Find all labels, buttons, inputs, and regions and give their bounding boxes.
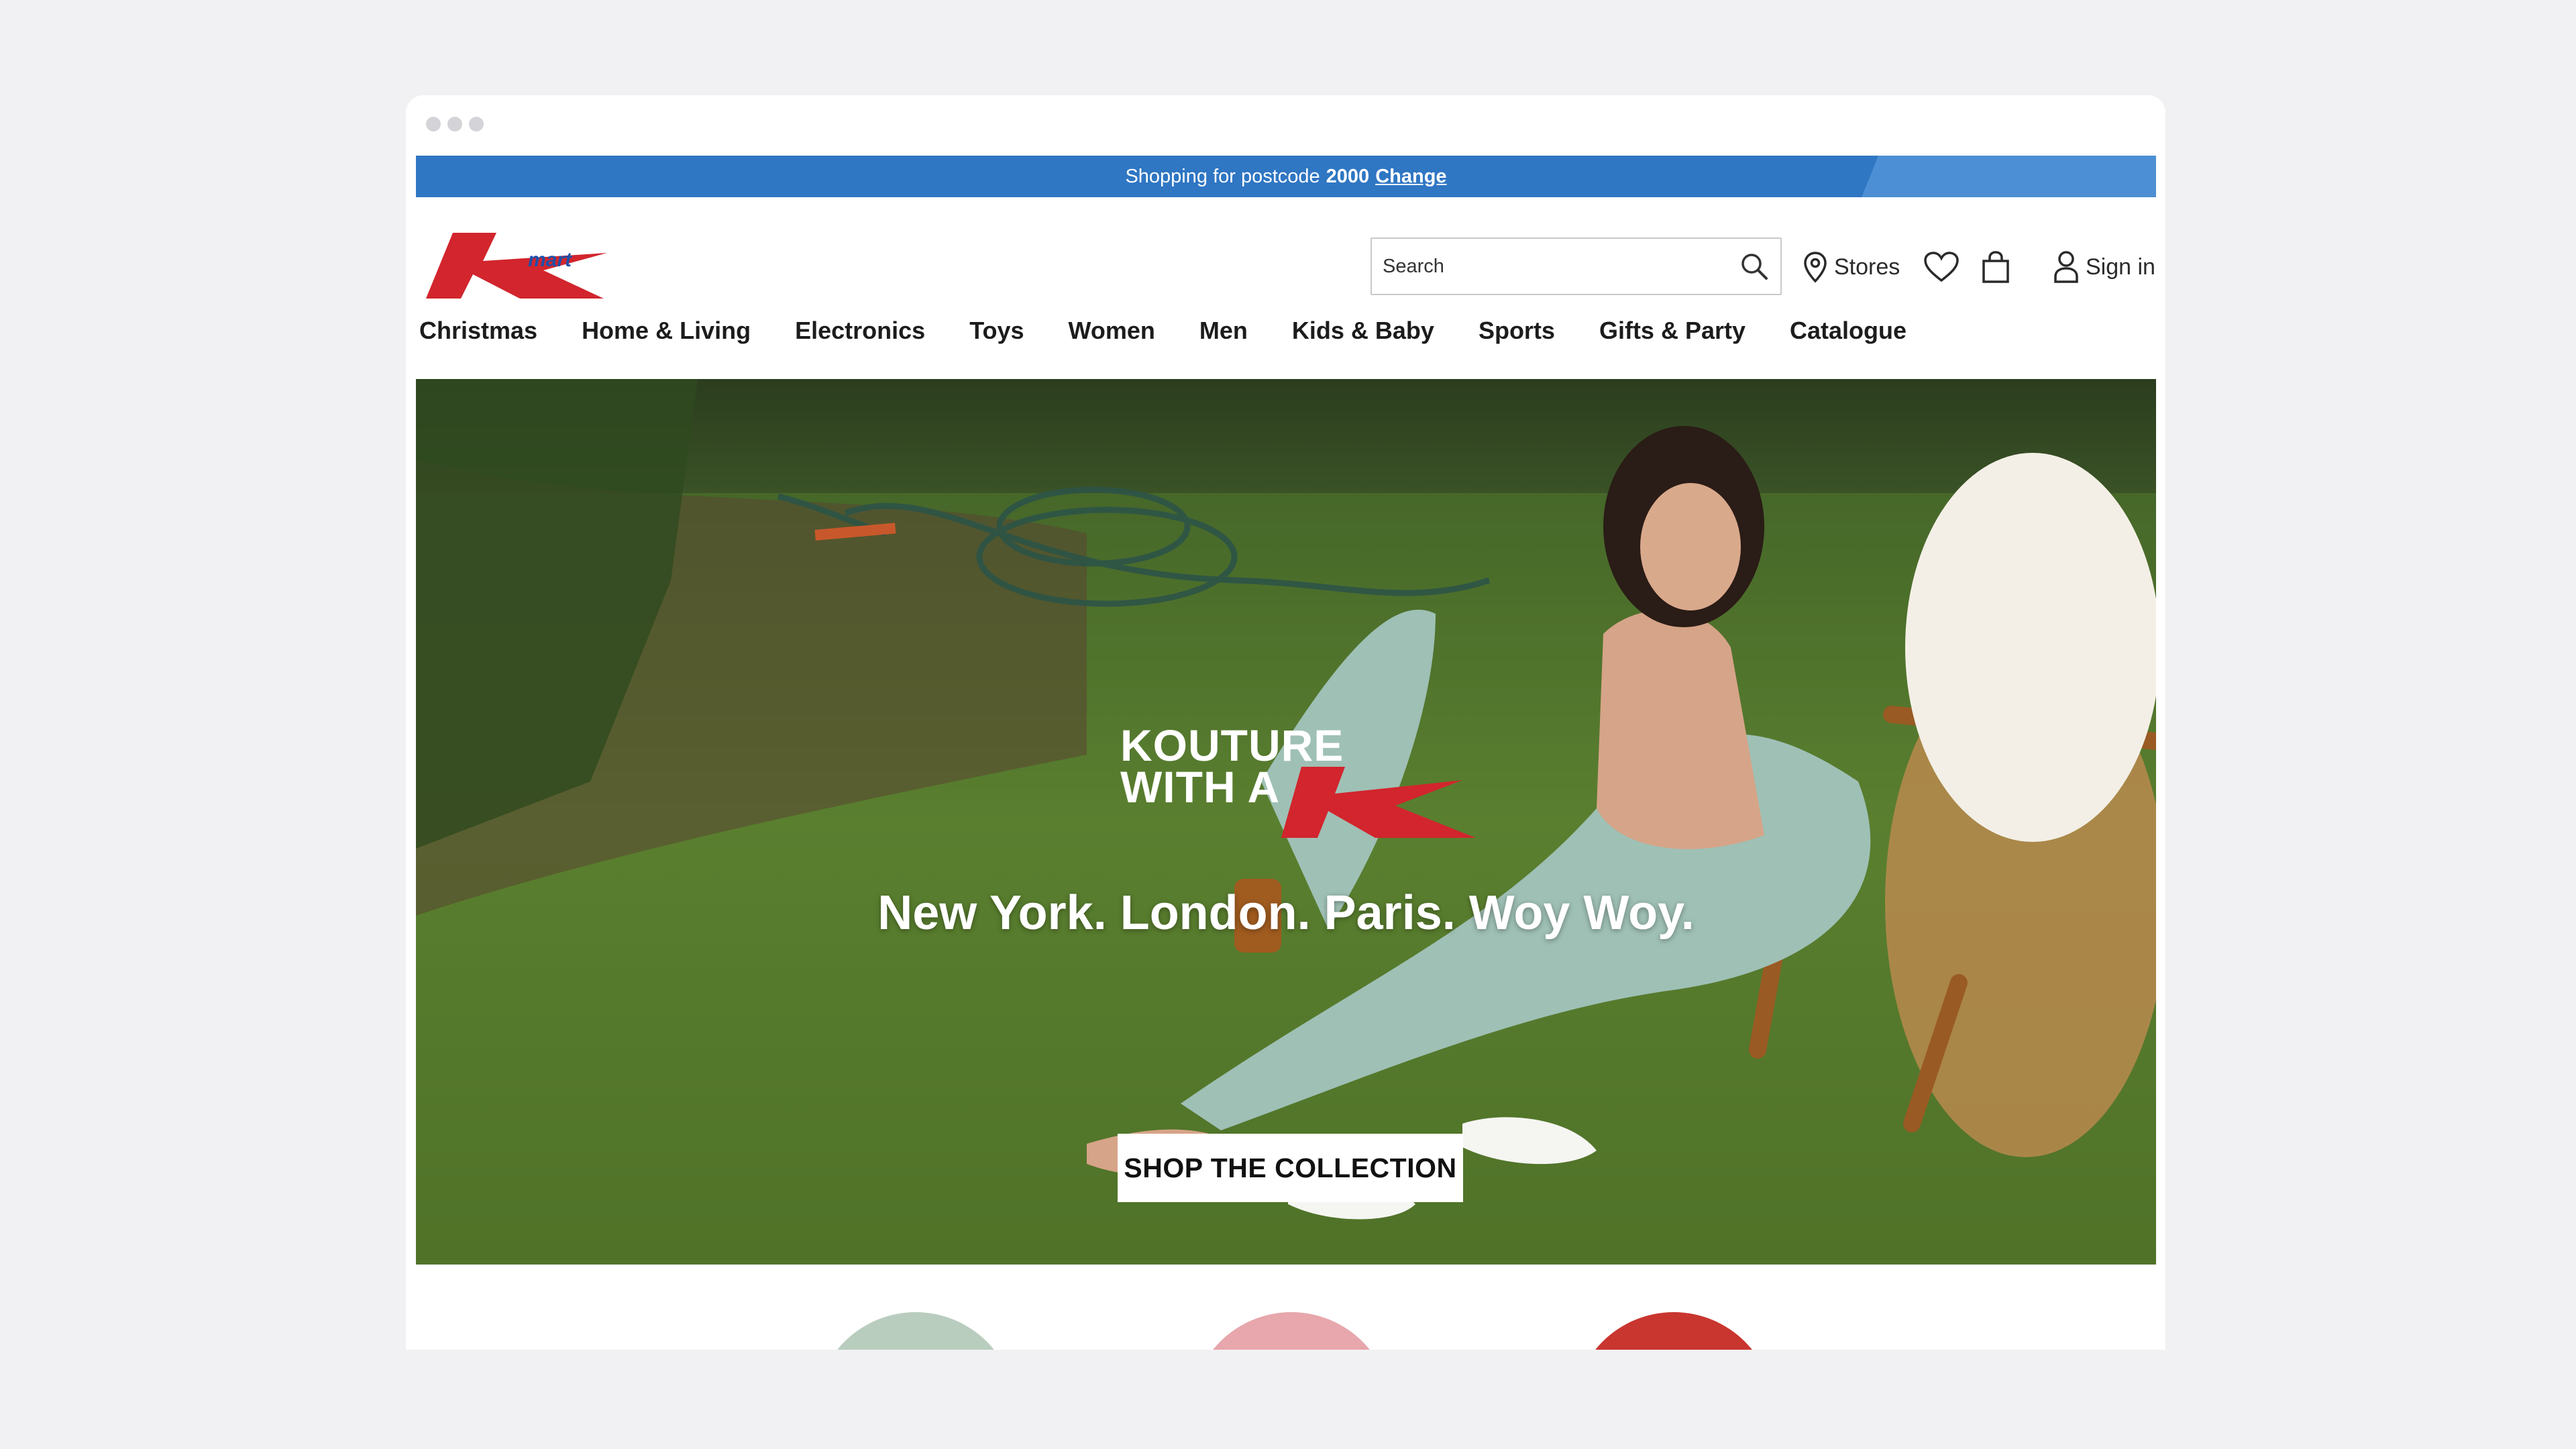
sign-in-label: Sign in — [2086, 254, 2155, 280]
map-pin-icon — [1804, 252, 1827, 283]
user-icon — [2054, 251, 2078, 283]
kmart-logo[interactable]: mart — [426, 233, 627, 301]
postcode-value: 2000 — [1326, 165, 1370, 187]
nav-item-electronics[interactable]: Electronics — [795, 317, 925, 345]
nav-item-toys[interactable]: Toys — [969, 317, 1024, 345]
category-circle-3[interactable] — [1573, 1312, 1774, 1350]
stores-link[interactable]: Stores — [1803, 243, 1900, 291]
shop-collection-button[interactable]: SHOP THE COLLECTION — [1118, 1134, 1463, 1202]
nav-item-christmas[interactable]: Christmas — [419, 317, 537, 345]
nav-item-kids-baby[interactable]: Kids & Baby — [1292, 317, 1434, 345]
hero-headline-line1: KOUTURE — [1120, 720, 1344, 770]
nav-item-women[interactable]: Women — [1069, 317, 1155, 345]
cart-button[interactable] — [1981, 243, 2010, 291]
category-circle-1[interactable] — [815, 1312, 1016, 1350]
hero-tagline: New York. London. Paris. Woy Woy. — [877, 886, 1695, 940]
category-circle-2[interactable] — [1191, 1312, 1392, 1350]
heart-icon — [1924, 252, 1959, 282]
search-box[interactable] — [1371, 237, 1782, 295]
nav-item-catalogue[interactable]: Catalogue — [1790, 317, 1907, 345]
sign-in-link[interactable]: Sign in — [2053, 243, 2155, 291]
nav-item-gifts-party[interactable]: Gifts & Party — [1599, 317, 1746, 345]
search-icon[interactable] — [1737, 250, 1771, 283]
nav-item-men[interactable]: Men — [1199, 317, 1248, 345]
wishlist-button[interactable] — [1923, 243, 1960, 291]
logo-word: mart — [528, 249, 573, 271]
banner-shade — [1862, 156, 2156, 197]
window-dot-maximize[interactable] — [469, 117, 484, 131]
window-dot-minimize[interactable] — [447, 117, 462, 131]
change-postcode-link[interactable]: Change — [1375, 166, 1446, 188]
postcode-text: Shopping for postcode 2000 Change — [1125, 166, 1446, 188]
window-controls — [426, 117, 484, 131]
window-dot-close[interactable] — [426, 117, 441, 131]
postcode-banner: Shopping for postcode 2000 Change — [416, 156, 2156, 197]
hero-banner[interactable]: KOUTURE WITH A New York. London. Paris. … — [416, 379, 2156, 1265]
search-input[interactable] — [1383, 255, 1737, 278]
main-nav: Christmas Home & Living Electronics Toys… — [419, 317, 1951, 345]
category-circles — [406, 1303, 2165, 1350]
browser-window: Shopping for postcode 2000 Change mart S… — [406, 95, 2165, 1350]
postcode-prefix: Shopping for postcode — [1125, 165, 1320, 187]
nav-item-home-living[interactable]: Home & Living — [582, 317, 751, 345]
nav-item-sports[interactable]: Sports — [1479, 317, 1555, 345]
stores-label: Stores — [1834, 254, 1900, 280]
kmart-k-mark — [1281, 767, 1476, 838]
shopping-bag-icon — [1982, 251, 2009, 283]
